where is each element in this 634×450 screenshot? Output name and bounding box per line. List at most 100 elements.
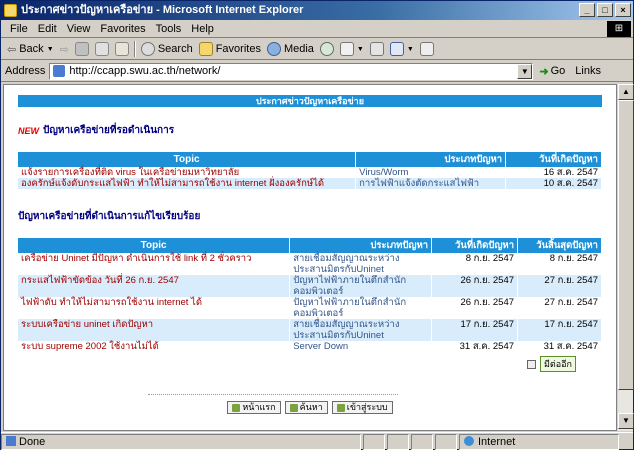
more-button[interactable]: มีต่ออีก [539, 356, 576, 372]
menu-file[interactable]: File [5, 23, 33, 35]
dotted-divider [148, 394, 398, 395]
standard-toolbar: ⇦ Back ▼ ⇨ Search Favorites Media ▼ ▼ [1, 39, 633, 60]
table-row: กระแสไฟฟ้าขัดข้อง วันที่ 26 ก.ย. 2547 ปั… [18, 275, 602, 297]
menu-bar: File Edit View Favorites Tools Help ⊞ [1, 20, 633, 38]
media-button[interactable]: Media [264, 42, 317, 56]
page-icon [53, 65, 66, 77]
issue-date: 26 ก.ย. 2547 [431, 275, 519, 297]
search-button[interactable]: Search [138, 42, 196, 56]
issue-type: การไฟฟ้าแจ้งตัดกระแสไฟฟ้า [355, 178, 507, 189]
col-problem-type: ประเภทปัญหา [289, 238, 433, 253]
issue-date: 10 ส.ค. 2547 [505, 178, 602, 189]
go-button[interactable]: ➜ Go [539, 65, 565, 78]
col-date-resolved: วันสิ้นสุดปัญหา [517, 238, 602, 253]
status-cell [411, 433, 433, 450]
issue-type: สายเชื่อมสัญญาณระหว่างประสานมิตรกับUnine… [289, 319, 433, 341]
home-page-button[interactable]: หน้าแรก [227, 401, 281, 414]
login-button[interactable]: เข้าสู่ระบบ [331, 401, 393, 414]
issue-type: สายเชื่อมสัญญาณระหว่างประสานมิตรกับUnine… [289, 253, 433, 275]
back-arrow-icon: ⇦ [7, 43, 17, 56]
discuss-icon [419, 42, 434, 56]
refresh-icon [94, 42, 109, 56]
search-icon [140, 42, 155, 56]
issue-end-date: 27 ก.ย. 2547 [517, 297, 602, 319]
print-button[interactable] [367, 42, 387, 56]
login-label: เข้าสู่ระบบ [346, 402, 388, 412]
status-text: Done [1, 433, 361, 450]
go-label: Go [550, 65, 566, 77]
chevron-down-icon: ▼ [406, 45, 414, 53]
favorites-button[interactable]: Favorites [196, 42, 264, 56]
issue-type: Virus/Worm [355, 167, 507, 178]
security-zone: Internet [459, 433, 619, 450]
toolbar-separator [133, 41, 136, 57]
menu-view[interactable]: View [62, 23, 96, 35]
close-button[interactable]: × [615, 3, 631, 17]
issue-end-date: 17 ก.ย. 2547 [517, 319, 602, 341]
maximize-button[interactable]: □ [597, 3, 613, 17]
search-label: Search [157, 43, 193, 55]
issue-type: ปัญหาไฟฟ้าภายในตึกสำนักคอมพิวเตอร์ [289, 297, 433, 319]
home-button[interactable] [112, 42, 132, 56]
minimize-button[interactable]: _ [579, 3, 595, 17]
menu-help[interactable]: Help [186, 23, 219, 35]
address-dropdown-button[interactable]: ▼ [517, 63, 533, 79]
scroll-up-button[interactable]: ▲ [618, 84, 634, 100]
back-button[interactable]: ⇦ Back ▼ [4, 43, 57, 56]
menu-tools[interactable]: Tools [151, 23, 187, 35]
address-url: http://ccapp.swu.ac.th/network/ [69, 65, 221, 77]
home-page-label: หน้าแรก [242, 402, 276, 412]
page-viewport: ประกาศข่าวปัญหาเครือข่าย NEW ปัญหาเครือข… [3, 84, 617, 431]
section-resolved-title: ปัญหาเครือข่ายที่ดำเนินการแก้ไขเรียบร้อย [18, 209, 602, 224]
issue-type: ปัญหาไฟฟ้าภายในตึกสำนักคอมพิวเตอร์ [289, 275, 433, 297]
pending-issues-table: Topic ประเภทปัญหา วันที่เกิดปัญหา แจ้งรา… [18, 152, 602, 189]
title-bar[interactable]: ประกาศข่าวปัญหาเครือข่าย - Microsoft Int… [1, 1, 633, 20]
discuss-button[interactable] [417, 42, 437, 56]
issue-topic-link[interactable]: องครักษ์แจ้งดับกระแสไฟฟ้า ทำให้ไม่สามารถ… [18, 178, 357, 189]
issue-topic-link[interactable]: เครือข่าย Uninet มีปัญหา ดำเนินการใช้ li… [18, 253, 291, 275]
status-bar: Done Internet [1, 432, 633, 450]
internet-zone-icon [464, 435, 474, 446]
stop-button[interactable] [72, 42, 92, 56]
page-done-icon [6, 435, 16, 446]
refresh-button[interactable] [92, 42, 112, 56]
section-pending-title: NEW ปัญหาเครือข่ายที่รอดำเนินการ [18, 123, 602, 138]
menu-favorites[interactable]: Favorites [95, 23, 150, 35]
window-title: ประกาศข่าวปัญหาเครือข่าย - Microsoft Int… [21, 4, 304, 16]
issue-topic-link[interactable]: ระบบเครือข่าย uninet เกิดปัญหา [18, 319, 291, 341]
checkbox-icon [526, 359, 536, 369]
vertical-scrollbar[interactable]: ▲ ▼ [617, 84, 634, 431]
search-icon [289, 403, 298, 412]
media-icon [266, 42, 281, 56]
table-row: ระบบ supreme 2002 ใช้งานไม่ได้ Server Do… [18, 341, 602, 352]
issue-end-date: 8 ก.ย. 2547 [517, 253, 602, 275]
history-button[interactable] [317, 42, 337, 56]
mail-button[interactable]: ▼ [337, 42, 367, 56]
scroll-down-button[interactable]: ▼ [618, 413, 634, 429]
address-input[interactable]: http://ccapp.swu.ac.th/network/ ▼ [49, 62, 534, 80]
issue-topic-link[interactable]: ระบบ supreme 2002 ใช้งานไม่ได้ [18, 341, 291, 352]
issue-topic-link[interactable]: แจ้งรายการเครื่องที่ติด virus ในเครือข่า… [18, 167, 357, 178]
page-banner: ประกาศข่าวปัญหาเครือข่าย [18, 95, 602, 107]
history-icon [319, 42, 334, 56]
edit-icon [389, 42, 404, 56]
links-button[interactable]: Links [575, 65, 601, 77]
search-page-button[interactable]: ค้นหา [284, 401, 328, 414]
issue-date: 31 ส.ค. 2547 [431, 341, 519, 352]
issue-topic-link[interactable]: ไฟฟ้าดับ ทำให้ไม่สามารถใช้งาน internet ไ… [18, 297, 291, 319]
issue-date: 16 ส.ค. 2547 [505, 167, 602, 178]
address-bar: Address http://ccapp.swu.ac.th/network/ … [1, 61, 633, 82]
browser-window: ประกาศข่าวปัญหาเครือข่าย - Microsoft Int… [0, 0, 634, 450]
scroll-thumb[interactable] [618, 100, 634, 390]
edit-button[interactable]: ▼ [387, 42, 417, 56]
forward-arrow-icon: ⇨ [59, 43, 69, 56]
issue-date: 8 ก.ย. 2547 [431, 253, 519, 275]
forward-button[interactable]: ⇨ [57, 43, 72, 56]
menu-edit[interactable]: Edit [33, 23, 62, 35]
zone-label: Internet [478, 435, 516, 448]
issue-topic-link[interactable]: กระแสไฟฟ้าขัดข้อง วันที่ 26 ก.ย. 2547 [18, 275, 291, 297]
home-icon [232, 403, 241, 412]
issue-end-date: 27 ก.ย. 2547 [517, 275, 602, 297]
issue-type: Server Down [289, 341, 433, 352]
resolved-issues-table: Topic ประเภทปัญหา วันที่เกิดปัญหา วันสิ้… [18, 238, 602, 352]
